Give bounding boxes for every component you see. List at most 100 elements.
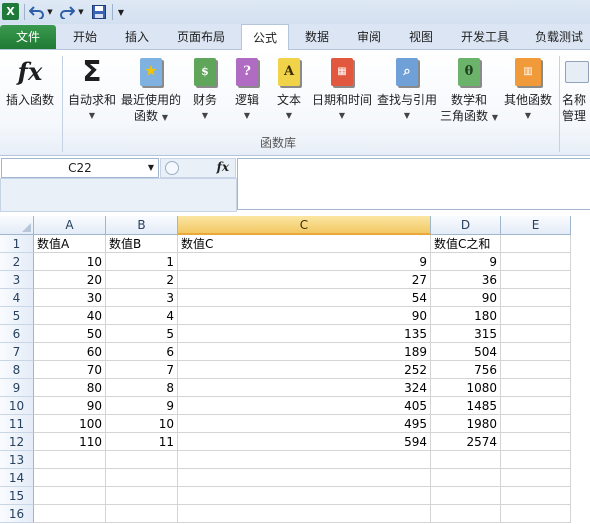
cell-a9[interactable]: 80: [34, 379, 106, 397]
cell-c1[interactable]: 数值C: [178, 235, 431, 253]
fx-icon[interactable]: fx: [217, 160, 229, 174]
cell-d6[interactable]: 315: [431, 325, 501, 343]
cell-c16[interactable]: [178, 505, 431, 523]
cell-c14[interactable]: [178, 469, 431, 487]
cell-d15[interactable]: [431, 487, 501, 505]
undo-dropdown-icon[interactable]: ▼: [46, 3, 54, 21]
cell-d13[interactable]: [431, 451, 501, 469]
autosum-button[interactable]: Σ 自动求和 ▼: [64, 56, 120, 124]
row-header-5[interactable]: 5: [0, 307, 34, 325]
cell-a2[interactable]: 10: [34, 253, 106, 271]
cell-e3[interactable]: [501, 271, 571, 289]
cell-a10[interactable]: 90: [34, 397, 106, 415]
row-header-8[interactable]: 8: [0, 361, 34, 379]
cell-c10[interactable]: 405: [178, 397, 431, 415]
row-header-6[interactable]: 6: [0, 325, 34, 343]
column-header-d[interactable]: D: [431, 216, 501, 235]
cell-b10[interactable]: 9: [106, 397, 178, 415]
cell-d14[interactable]: [431, 469, 501, 487]
cell-b13[interactable]: [106, 451, 178, 469]
cell-c13[interactable]: [178, 451, 431, 469]
undo-icon[interactable]: [28, 3, 46, 21]
row-header-2[interactable]: 2: [0, 253, 34, 271]
cell-d10[interactable]: 1485: [431, 397, 501, 415]
row-header-15[interactable]: 15: [0, 487, 34, 505]
cell-a1[interactable]: 数值A: [34, 235, 106, 253]
cell-d5[interactable]: 180: [431, 307, 501, 325]
cell-d16[interactable]: [431, 505, 501, 523]
cell-c3[interactable]: 27: [178, 271, 431, 289]
save-icon[interactable]: [90, 3, 108, 21]
cell-e5[interactable]: [501, 307, 571, 325]
cell-e9[interactable]: [501, 379, 571, 397]
cell-d2[interactable]: 9: [431, 253, 501, 271]
cell-d11[interactable]: 1980: [431, 415, 501, 433]
cell-e13[interactable]: [501, 451, 571, 469]
tab-data[interactable]: 数据: [295, 24, 339, 50]
cell-a16[interactable]: [34, 505, 106, 523]
cell-c11[interactable]: 495: [178, 415, 431, 433]
cell-a6[interactable]: 50: [34, 325, 106, 343]
cell-a8[interactable]: 70: [34, 361, 106, 379]
select-all-corner[interactable]: [0, 216, 34, 235]
cell-c8[interactable]: 252: [178, 361, 431, 379]
cell-d4[interactable]: 90: [431, 289, 501, 307]
tab-insert[interactable]: 插入: [114, 24, 160, 50]
row-header-1[interactable]: 1: [0, 235, 34, 253]
name-manager-button[interactable]: 名称 管理: [562, 56, 590, 124]
tab-review[interactable]: 审阅: [347, 24, 391, 50]
cell-b14[interactable]: [106, 469, 178, 487]
cell-d12[interactable]: 2574: [431, 433, 501, 451]
cell-c5[interactable]: 90: [178, 307, 431, 325]
cell-d7[interactable]: 504: [431, 343, 501, 361]
cell-b6[interactable]: 5: [106, 325, 178, 343]
cell-a4[interactable]: 30: [34, 289, 106, 307]
tab-load-test[interactable]: 负载测试: [528, 24, 590, 50]
cell-a5[interactable]: 40: [34, 307, 106, 325]
column-header-a[interactable]: A: [34, 216, 106, 235]
row-header-11[interactable]: 11: [0, 415, 34, 433]
cell-b9[interactable]: 8: [106, 379, 178, 397]
cell-c15[interactable]: [178, 487, 431, 505]
tab-home[interactable]: 开始: [62, 24, 108, 50]
cell-a13[interactable]: [34, 451, 106, 469]
row-header-13[interactable]: 13: [0, 451, 34, 469]
cell-c7[interactable]: 189: [178, 343, 431, 361]
cell-a14[interactable]: [34, 469, 106, 487]
logical-button[interactable]: ? 逻辑 ▼: [230, 56, 264, 124]
tab-page-layout[interactable]: 页面布局: [168, 24, 234, 50]
cell-a11[interactable]: 100: [34, 415, 106, 433]
cell-a3[interactable]: 20: [34, 271, 106, 289]
cell-d9[interactable]: 1080: [431, 379, 501, 397]
cell-e7[interactable]: [501, 343, 571, 361]
tab-developer[interactable]: 开发工具: [452, 24, 518, 50]
cell-e14[interactable]: [501, 469, 571, 487]
row-header-7[interactable]: 7: [0, 343, 34, 361]
cell-b8[interactable]: 7: [106, 361, 178, 379]
tab-file[interactable]: 文件: [0, 25, 56, 49]
row-header-4[interactable]: 4: [0, 289, 34, 307]
cell-e6[interactable]: [501, 325, 571, 343]
cell-b15[interactable]: [106, 487, 178, 505]
formula-input[interactable]: [237, 158, 590, 210]
cell-b5[interactable]: 4: [106, 307, 178, 325]
cell-c2[interactable]: 9: [178, 253, 431, 271]
math-trig-button[interactable]: θ 数学和 三角函数 ▼: [440, 56, 498, 126]
column-header-b[interactable]: B: [106, 216, 178, 235]
tab-formulas[interactable]: 公式: [241, 24, 289, 51]
cell-c4[interactable]: 54: [178, 289, 431, 307]
insert-function-button[interactable]: fx 插入函数: [2, 56, 58, 108]
cell-e1[interactable]: [501, 235, 571, 253]
datetime-button[interactable]: ▦ 日期和时间 ▼: [310, 56, 374, 124]
row-header-12[interactable]: 12: [0, 433, 34, 451]
row-header-10[interactable]: 10: [0, 397, 34, 415]
cell-d8[interactable]: 756: [431, 361, 501, 379]
financial-button[interactable]: $ 财务 ▼: [188, 56, 222, 124]
cell-b4[interactable]: 3: [106, 289, 178, 307]
cell-b11[interactable]: 10: [106, 415, 178, 433]
cell-e2[interactable]: [501, 253, 571, 271]
cell-c9[interactable]: 324: [178, 379, 431, 397]
cell-e8[interactable]: [501, 361, 571, 379]
name-box[interactable]: C22 ▼: [1, 158, 159, 178]
cell-c6[interactable]: 135: [178, 325, 431, 343]
